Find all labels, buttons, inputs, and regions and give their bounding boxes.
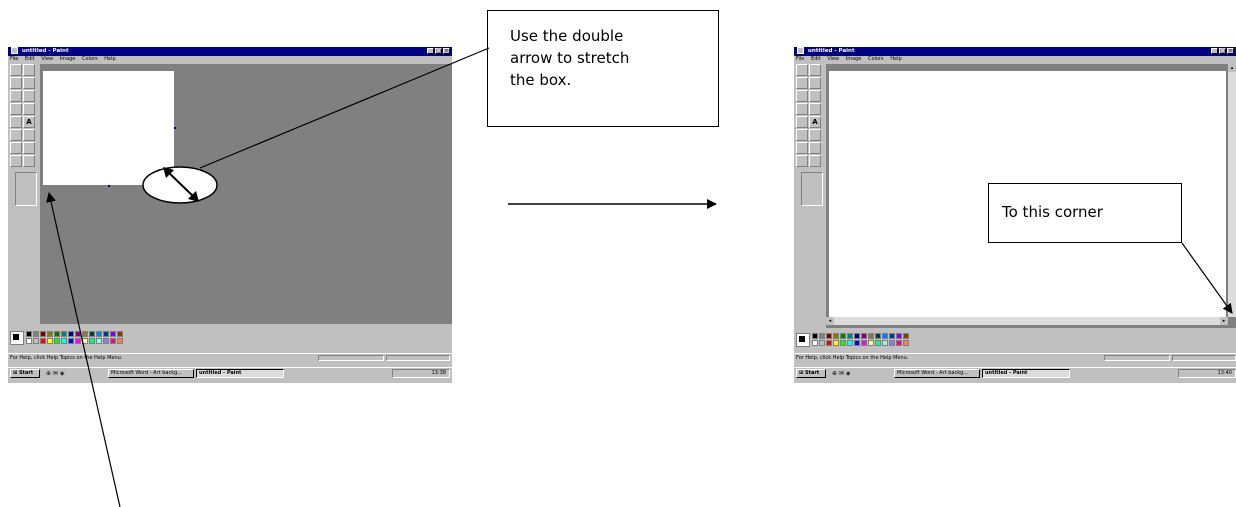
pointer-arrow-left (46, 192, 121, 507)
highlight-ellipse (142, 166, 218, 204)
corner-pointer-arrow (1181, 242, 1233, 314)
callout-leader-line (199, 47, 490, 169)
annotation-overlay (46, 47, 1233, 507)
